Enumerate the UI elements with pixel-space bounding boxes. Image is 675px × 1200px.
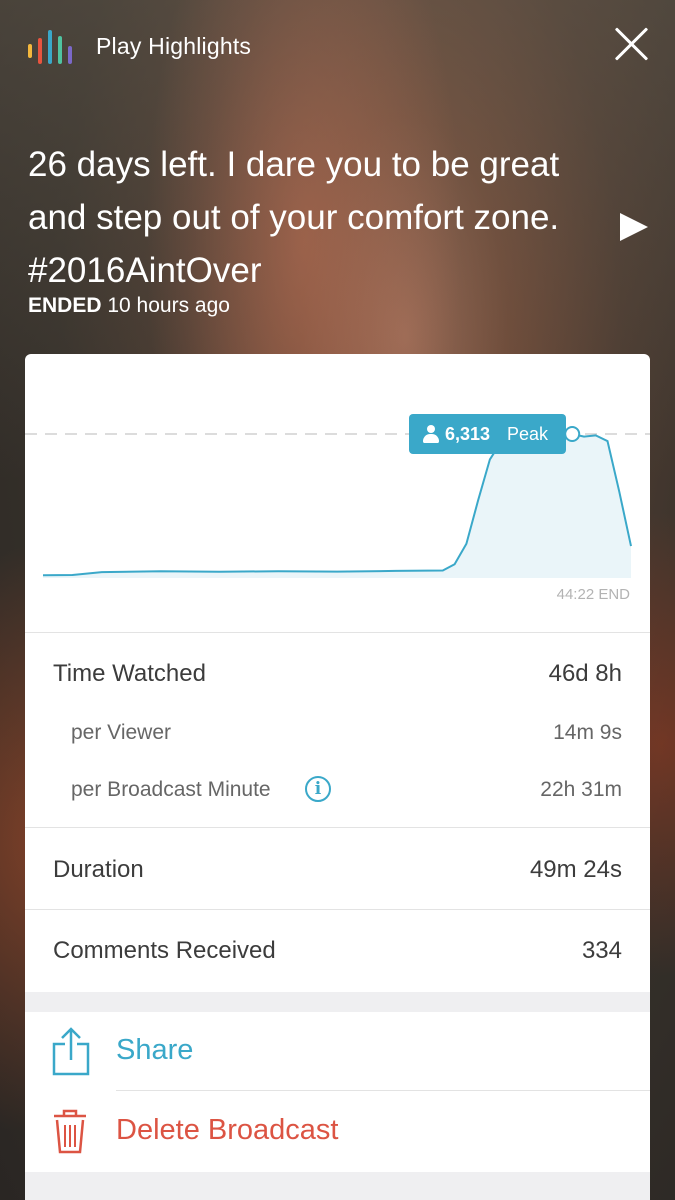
bottom-separator [25, 1172, 650, 1200]
comments-label: Comments Received [53, 937, 276, 964]
peak-badge: 6,313 Peak [409, 414, 566, 454]
top-bar: Play Highlights [0, 0, 675, 90]
delete-broadcast-button[interactable]: Delete Broadcast [25, 1092, 650, 1172]
section-separator [25, 992, 650, 1012]
peak-count: 6,313 [445, 424, 491, 444]
share-button[interactable]: Share [25, 1012, 650, 1092]
logo-bar [48, 30, 52, 64]
per-viewer-value: 14m 9s [553, 721, 622, 744]
peak-marker [564, 426, 581, 442]
logo-bar [28, 44, 32, 58]
highlights-logo-icon[interactable] [28, 30, 80, 64]
time-ago: 10 hours ago [107, 294, 230, 317]
chart-end-label: 44:22 END [556, 586, 630, 603]
per-broadcast-minute-label: per Broadcast Minute [71, 778, 271, 801]
user-icon [423, 425, 439, 443]
duration-value: 49m 24s [529, 856, 622, 883]
per-broadcast-minute-value: 22h 31m [540, 778, 622, 801]
comments-value: 334 [581, 937, 622, 964]
per-viewer-label: per Viewer [71, 721, 171, 744]
broadcast-status: ENDED 10 hours ago [28, 294, 230, 318]
share-icon [52, 1027, 90, 1076]
time-watched-value: 46d 8h [548, 660, 622, 687]
ended-badge: ENDED [28, 294, 102, 317]
divider [25, 632, 650, 633]
trash-icon [54, 1109, 86, 1154]
divider [25, 827, 650, 828]
peak-label: Peak [507, 424, 549, 444]
info-icon[interactable]: i [305, 776, 331, 802]
stats-card: 44:22 END 6,313 Peak Time Watched 46d 8h… [25, 354, 650, 1200]
play-icon[interactable] [620, 213, 648, 241]
play-highlights-button[interactable]: Play Highlights [96, 33, 251, 60]
chart-area [43, 434, 631, 578]
divider [116, 1090, 650, 1091]
time-watched-label: Time Watched [53, 660, 206, 687]
broadcast-title: 26 days left. I dare you to be great and… [28, 145, 560, 290]
viewers-chart [25, 426, 650, 578]
logo-bar [58, 36, 62, 64]
logo-bar [68, 46, 72, 64]
logo-bar [38, 38, 42, 64]
delete-broadcast-label: Delete Broadcast [116, 1114, 339, 1146]
close-icon[interactable] [610, 22, 654, 66]
divider [25, 909, 650, 910]
duration-label: Duration [53, 856, 144, 883]
share-label: Share [116, 1034, 194, 1066]
